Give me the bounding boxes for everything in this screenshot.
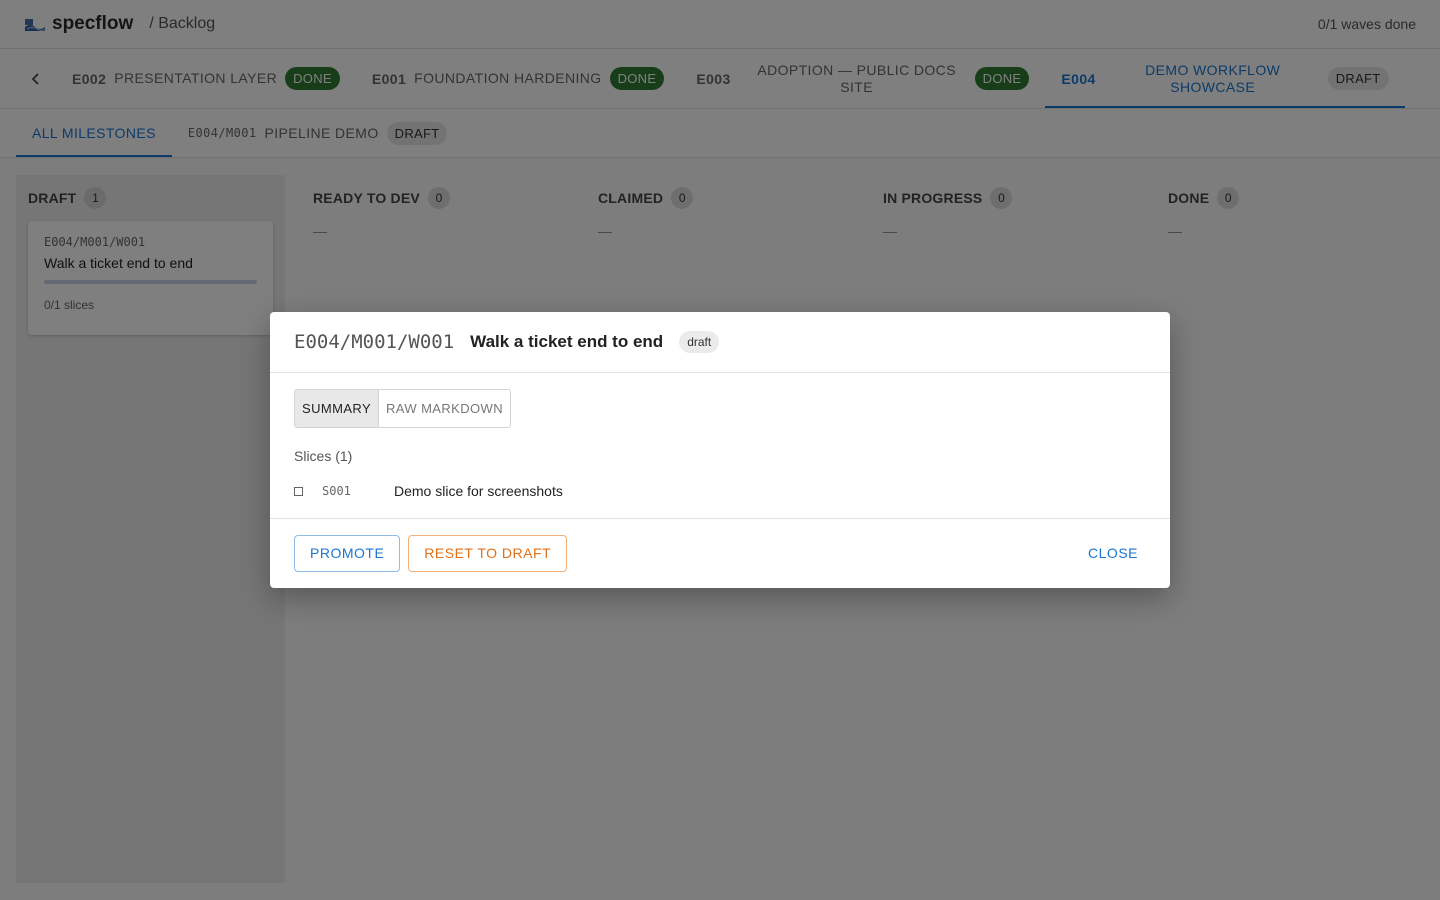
view-toggle: SUMMARY RAW MARKDOWN [294,389,511,428]
slices-heading: Slices (1) [294,448,353,464]
dialog-wave-id: E004/M001/W001 [294,331,455,353]
reset-to-draft-button[interactable]: RESET TO DRAFT [408,534,568,572]
slice-row: S001 Demo slice for screenshots [294,482,1146,500]
dialog-body: SUMMARY RAW MARKDOWN Slices (1) S001 Dem… [270,373,1170,519]
dialog-header: E004/M001/W001 Walk a ticket end to end … [270,312,1170,373]
slice-id: S001 [322,484,351,498]
wave-detail-dialog: E004/M001/W001 Walk a ticket end to end … [270,312,1170,588]
raw-markdown-tab[interactable]: RAW MARKDOWN [379,390,510,427]
summary-tab[interactable]: SUMMARY [295,390,380,427]
dialog-footer: PROMOTE RESET TO DRAFT CLOSE [270,519,1170,587]
slice-title: Demo slice for screenshots [394,483,563,499]
promote-button[interactable]: PROMOTE [294,534,401,572]
slice-checkbox[interactable] [294,486,303,496]
close-button[interactable]: CLOSE [1080,534,1146,572]
dialog-title: Walk a ticket end to end [470,332,664,351]
status-badge: draft [679,331,720,353]
